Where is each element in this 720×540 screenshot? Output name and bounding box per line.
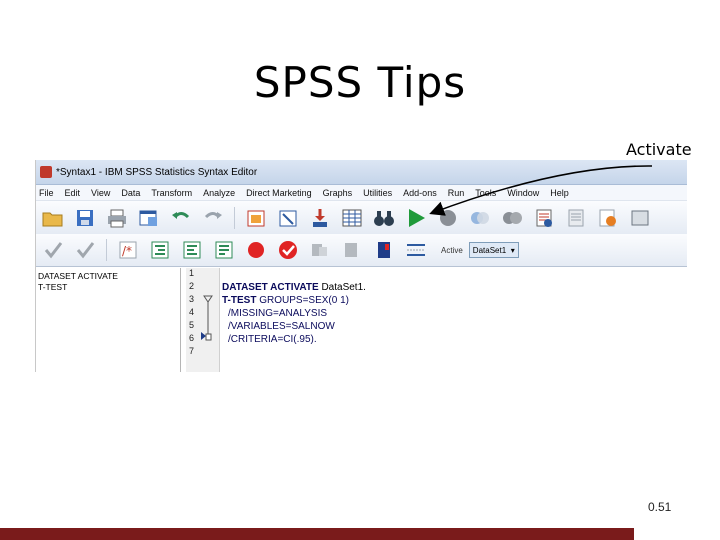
activate-callout-label: Activate [626, 140, 692, 159]
menu-help[interactable]: Help [550, 188, 569, 198]
spss-syntax-editor-screenshot: *Syntax1 - IBM SPSS Statistics Syntax Ed… [35, 160, 687, 372]
line-number-gutter: 1 2 3 4 5 6 7 [186, 268, 220, 372]
comment-toggle-icon[interactable]: /* [115, 237, 141, 263]
spss-app-icon [40, 166, 52, 178]
indent-icon[interactable] [147, 237, 173, 263]
active-dataset-select[interactable]: DataSet1 ▾ [468, 242, 519, 258]
breakpoint-icon[interactable] [243, 237, 269, 263]
chevron-down-icon: ▾ [510, 245, 515, 255]
print-icon[interactable] [104, 205, 130, 231]
syntax-help-icon[interactable] [531, 205, 557, 231]
window-title: *Syntax1 - IBM SPSS Statistics Syntax Ed… [56, 166, 258, 178]
bookmark-check-icon[interactable] [275, 237, 301, 263]
line-number: 1 [189, 268, 195, 278]
dialog-recall-icon[interactable] [136, 205, 162, 231]
menu-tools[interactable]: Tools [475, 188, 496, 198]
menu-utilities[interactable]: Utilities [363, 188, 392, 198]
syntax-editor[interactable]: DATASET ACTIVATE DataSet1. T-TEST GROUPS… [222, 268, 687, 372]
window-icon[interactable] [627, 205, 653, 231]
run-selection-play-icon[interactable] [403, 205, 429, 231]
venn-icon[interactable] [467, 205, 493, 231]
menu-view[interactable]: View [91, 188, 110, 198]
redo-icon[interactable] [200, 205, 226, 231]
code-line: /CRITERIA=CI(.95). [228, 334, 317, 345]
line-number: 3 [189, 294, 195, 304]
slide-title: SPSS Tips [253, 58, 467, 107]
document-icon[interactable] [563, 205, 589, 231]
fold-marker-icon [201, 295, 213, 341]
menu-transform[interactable]: Transform [151, 188, 192, 198]
stop-processor-icon[interactable] [435, 205, 461, 231]
data-grid-icon[interactable] [339, 205, 365, 231]
step-through-disabled-icon[interactable] [339, 237, 365, 263]
footer-bar [0, 528, 634, 540]
format-icon[interactable] [211, 237, 237, 263]
toolbar-separator [106, 239, 107, 261]
menu-edit[interactable]: Edit [65, 188, 81, 198]
slide-number: 0.51 [648, 500, 672, 514]
line-number: 7 [189, 346, 195, 356]
menu-run[interactable]: Run [448, 188, 465, 198]
code-line: DATASET ACTIVATE DataSet1. [222, 282, 366, 293]
insert-variable-icon[interactable] [307, 205, 333, 231]
go-to-variable-icon[interactable] [275, 205, 301, 231]
check-disabled-icon[interactable] [40, 237, 66, 263]
book-icon[interactable] [371, 237, 397, 263]
command-navigator-pane: DATASET ACTIVATE T-TEST [36, 268, 181, 372]
menu-bar: File Edit View Data Transform Analyze Di… [36, 185, 687, 201]
line-number: 2 [189, 281, 195, 291]
menu-window[interactable]: Window [507, 188, 539, 198]
menu-file[interactable]: File [39, 188, 54, 198]
menu-data[interactable]: Data [121, 188, 140, 198]
outdent-icon[interactable] [179, 237, 205, 263]
svg-text:/*: /* [122, 244, 132, 258]
code-line: /VARIABLES=SALNOW [228, 321, 335, 332]
go-to-case-icon[interactable] [243, 205, 269, 231]
link-circles-icon[interactable] [499, 205, 525, 231]
menu-add-ons[interactable]: Add-ons [403, 188, 437, 198]
line-number: 4 [189, 307, 195, 317]
menu-graphs[interactable]: Graphs [323, 188, 353, 198]
menu-direct-marketing[interactable]: Direct Marketing [246, 188, 312, 198]
save-icon[interactable] [72, 205, 98, 231]
line-number: 5 [189, 320, 195, 330]
code-line: /MISSING=ANALYSIS [228, 308, 328, 319]
find-binoculars-icon[interactable] [371, 205, 397, 231]
window-titlebar: *Syntax1 - IBM SPSS Statistics Syntax Ed… [36, 160, 687, 185]
scripting-icon[interactable] [595, 205, 621, 231]
navigator-item[interactable]: T-TEST [38, 282, 178, 293]
menu-analyze[interactable]: Analyze [203, 188, 235, 198]
line-number: 6 [189, 333, 195, 343]
active-dataset-label: Active [441, 245, 463, 255]
toolbar-separator [234, 206, 235, 229]
step-disabled-icon[interactable] [307, 237, 333, 263]
lines-icon[interactable] [403, 237, 429, 263]
navigator-item[interactable]: DATASET ACTIVATE [38, 271, 178, 282]
code-line: T-TEST GROUPS=SEX(0 1) [222, 295, 349, 306]
undo-icon[interactable] [168, 205, 194, 231]
syntax-toolbar: /* Active DataSet1 ▾ [36, 234, 687, 267]
check-all-disabled-icon[interactable] [72, 237, 98, 263]
active-dataset-value: DataSet1 [472, 245, 507, 255]
main-toolbar [36, 201, 687, 234]
open-folder-icon[interactable] [40, 205, 66, 231]
